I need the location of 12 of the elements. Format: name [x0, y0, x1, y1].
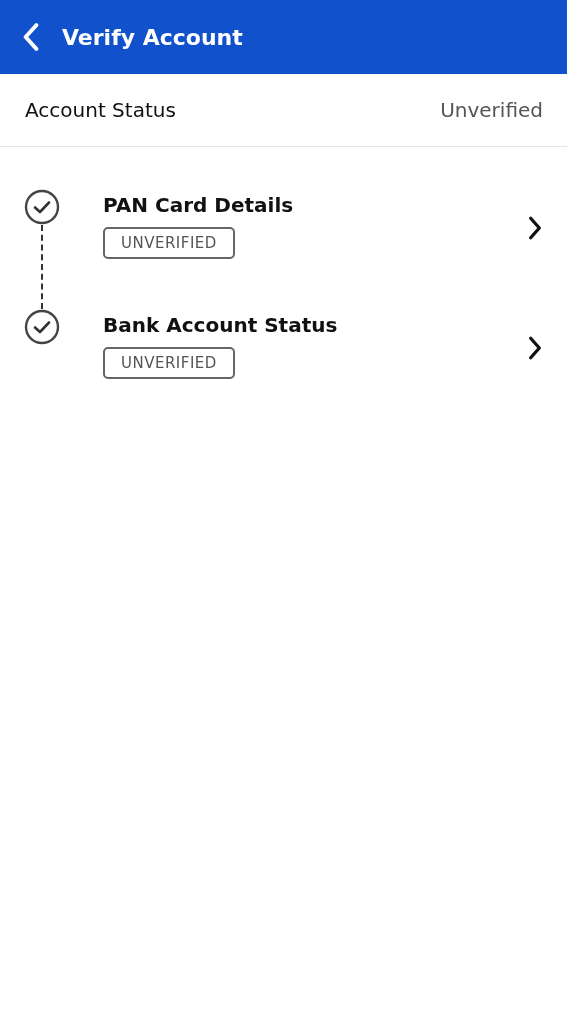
step-title: PAN Card Details	[103, 193, 294, 217]
chevron-right-icon	[527, 215, 543, 241]
status-badge: UNVERIFIED	[103, 347, 235, 379]
back-icon[interactable]	[22, 23, 40, 51]
status-value: Unverified	[440, 98, 543, 122]
step-row[interactable]: Bank Account Status UNVERIFIED	[103, 309, 567, 429]
screen-title: Verify Account	[62, 24, 243, 50]
chevron-right-icon	[527, 335, 543, 361]
step-row[interactable]: PAN Card Details UNVERIFIED	[103, 189, 567, 309]
status-label: Account Status	[25, 98, 176, 122]
status-badge: UNVERIFIED	[103, 227, 235, 259]
step-title: Bank Account Status	[103, 313, 338, 337]
